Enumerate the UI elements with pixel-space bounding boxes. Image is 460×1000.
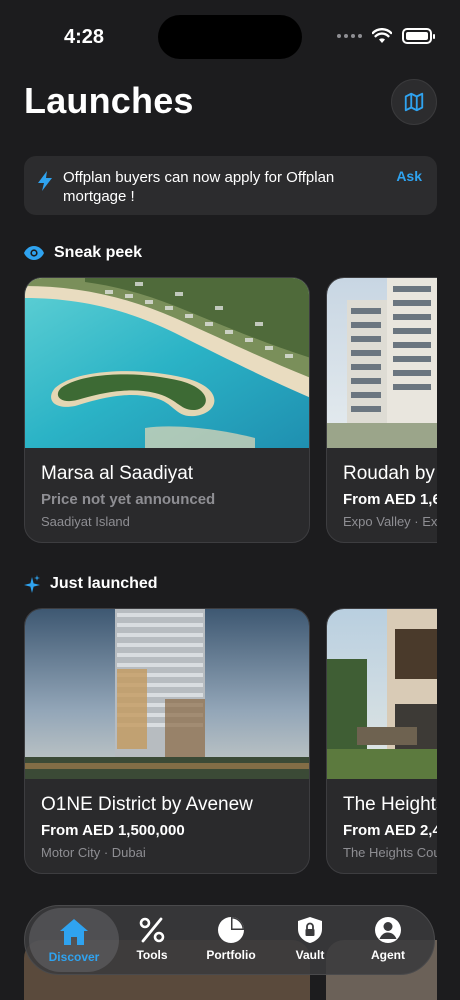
project-card[interactable]: O1NE District by Avenew From AED 1,500,0… — [24, 608, 310, 874]
project-card[interactable]: Roudah by I From AED 1,69 Expo Valley · … — [326, 277, 437, 543]
project-card[interactable]: Marsa al Saadiyat Price not yet announce… — [24, 277, 310, 543]
project-name: O1NE District by Avenew — [41, 794, 253, 815]
project-price: From AED 1,69 — [343, 491, 437, 508]
ask-button[interactable]: Ask — [396, 168, 422, 184]
section-header-sneak-peek: Sneak peek — [24, 244, 142, 262]
shield-lock-icon — [298, 917, 322, 943]
tab-agent[interactable]: Agent — [348, 906, 428, 976]
project-image — [25, 278, 309, 448]
tab-bar: Discover Tools Portfolio Vault Agent — [24, 905, 435, 975]
project-name: The Heights — [343, 794, 437, 815]
status-icons — [337, 28, 435, 44]
status-time: 4:28 — [64, 26, 105, 48]
page-title: Launches — [24, 80, 194, 121]
project-location: The Heights Cou — [343, 845, 437, 860]
section-header-just-launched: Just launched — [24, 575, 158, 593]
pie-chart-icon — [218, 917, 244, 943]
status-bar: 4:28 — [0, 0, 460, 70]
tab-vault[interactable]: Vault — [270, 906, 350, 976]
project-price: From AED 1,500,000 — [41, 822, 185, 839]
sneak-peek-carousel[interactable]: Marsa al Saadiyat Price not yet announce… — [24, 277, 437, 545]
project-image — [327, 609, 437, 779]
project-location: Saadiyat Island — [41, 514, 130, 529]
project-name: Marsa al Saadiyat — [41, 463, 194, 484]
map-icon — [404, 92, 424, 112]
battery-icon — [402, 28, 435, 44]
tab-label: Tools — [136, 948, 168, 962]
wifi-icon — [372, 28, 392, 43]
map-button[interactable] — [391, 79, 437, 125]
project-image — [327, 278, 437, 448]
project-price: From AED 2,4 — [343, 822, 437, 839]
mortgage-banner[interactable]: Offplan buyers can now apply for Offplan… — [24, 156, 437, 215]
banner-text: Offplan buyers can now apply for Offplan… — [63, 169, 335, 205]
bolt-icon — [38, 171, 52, 191]
project-price: Price not yet announced — [41, 491, 216, 508]
project-card[interactable]: The Heights From AED 2,4 The Heights Cou — [326, 608, 437, 874]
tab-label: Agent — [371, 948, 405, 962]
eye-icon — [24, 246, 44, 260]
project-location: Motor City · Dubai — [41, 845, 146, 860]
percent-icon — [139, 917, 165, 943]
tab-discover[interactable]: Discover — [29, 908, 119, 972]
project-name: Roudah by I — [343, 463, 437, 484]
sparkle-icon — [24, 575, 40, 593]
tab-label: Vault — [295, 948, 325, 962]
tab-tools[interactable]: Tools — [112, 906, 192, 976]
tab-label: Portfolio — [206, 948, 256, 962]
section-title: Just launched — [50, 575, 158, 592]
project-image — [25, 609, 309, 779]
tab-label: Discover — [48, 950, 100, 964]
section-title: Sneak peek — [54, 244, 143, 261]
cellular-icon — [337, 34, 362, 38]
house-icon — [60, 919, 88, 945]
person-icon — [375, 917, 401, 943]
dynamic-island — [158, 15, 302, 59]
just-launched-carousel[interactable]: O1NE District by Avenew From AED 1,500,0… — [24, 608, 437, 876]
tab-portfolio[interactable]: Portfolio — [191, 906, 271, 976]
project-location: Expo Valley · Ex — [343, 514, 437, 529]
